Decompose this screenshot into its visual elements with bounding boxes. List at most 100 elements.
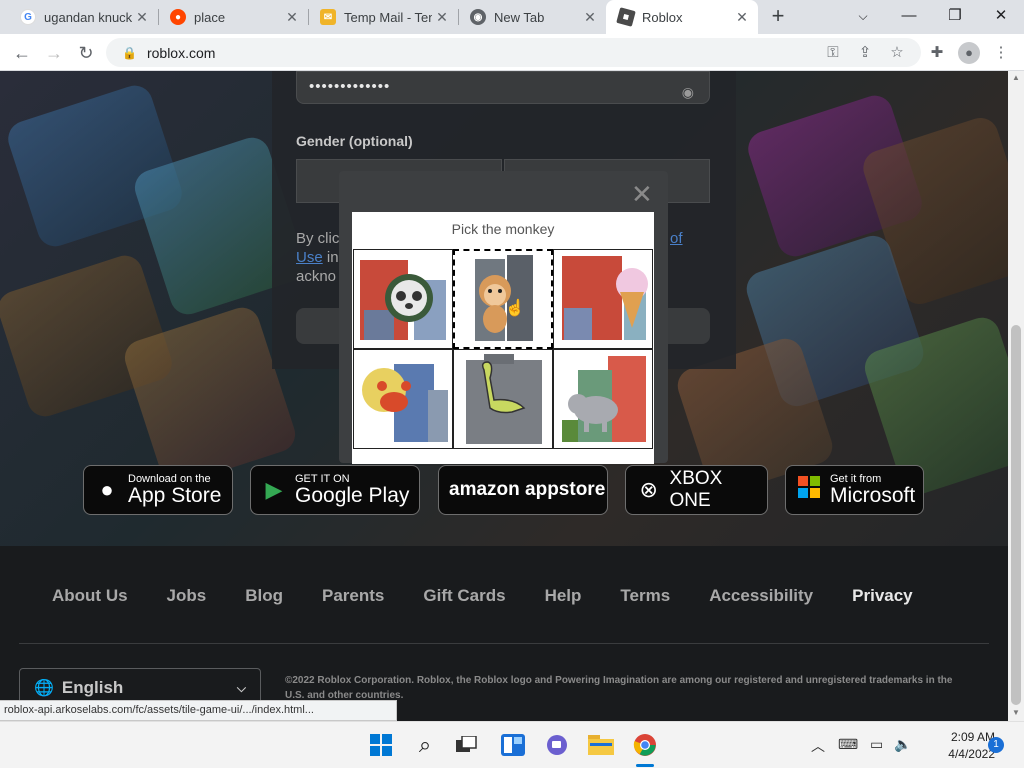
legal-line-2: in [322,249,339,266]
key-icon[interactable]: ⚿ [822,42,844,64]
search-icon[interactable]: ⌕ [411,731,439,759]
xbox-badge[interactable]: ⊗ XBOX ONE [625,465,768,515]
badge-small-text: GET IT ON [295,472,350,485]
minimize-button[interactable]: — [894,3,924,29]
captcha-tile-dinosaur[interactable] [453,349,553,449]
footer-link-privacy[interactable]: Privacy [852,586,913,606]
chrome-icon[interactable] [631,731,659,759]
tab-temp-mail[interactable]: ✉ Temp Mail - Ten ✕ [308,0,458,34]
crab-tile-image [362,364,448,442]
app-store-badge[interactable]: ● Download on the App Store [83,465,233,515]
terms-of-use-link[interactable]: Use [296,249,323,266]
notification-badge[interactable]: 1 [988,737,1004,753]
footer-link-accessibility[interactable]: Accessibility [709,586,813,606]
scrollbar-thumb[interactable] [1011,325,1021,705]
close-tab-icon[interactable]: ✕ [282,9,302,26]
google-play-badge[interactable]: ▶ GET IT ON Google Play [250,465,420,515]
legal-line-1: By clic [296,230,340,247]
footer: About Us Jobs Blog Parents Gift Cards He… [0,546,1008,721]
widgets-icon[interactable] [499,731,527,759]
keyboard-icon[interactable]: ⌨ [838,736,858,753]
raccoon-tile-image [360,260,446,340]
footer-link-gift-cards[interactable]: Gift Cards [423,586,505,606]
captcha-tile-crab[interactable] [353,349,453,449]
badge-big-text: Microsoft [830,483,916,507]
tab-new-tab[interactable]: ◉ New Tab ✕ [458,0,606,34]
captcha-tile-monkey[interactable]: ☝ [453,249,553,349]
bookmark-star-icon[interactable]: ☆ [886,42,908,64]
share-icon[interactable]: ⇪ [854,42,876,64]
address-bar[interactable]: 🔒 roblox.com [106,38,921,67]
footer-link-blog[interactable]: Blog [245,586,283,606]
close-tab-icon[interactable]: ✕ [732,9,752,26]
teams-chat-icon[interactable] [543,731,571,759]
footer-link-about-us[interactable]: About Us [52,586,128,606]
close-tab-icon[interactable]: ✕ [580,9,600,26]
tab-title: Temp Mail - Ten [344,9,432,25]
xbox-icon: ⊗ [639,477,658,502]
extensions-icon[interactable]: ✚ [926,42,948,64]
taskbar: ⌕ ︿ ⌨ ▭ 🔈 2:09 AM 4/4/2022 1 [0,721,1024,768]
clock-date: 4/4/2022 [948,747,995,761]
apple-icon: ● [100,477,114,502]
chevron-up-icon[interactable]: ︿ [811,736,825,756]
ice-cream-tile-image [562,256,648,340]
url-text: roblox.com [146,44,216,61]
browser-toolbar: ← → ↻ 🔒 roblox.com ⚿ ⇪ ☆ ✚ ● ⋮ [0,34,1024,71]
microsoft-badge[interactable]: Get it from Microsoft [785,465,924,515]
scroll-up-arrow-icon[interactable]: ▲ [1008,71,1024,85]
status-url-bubble: roblox-api.arkoselabs.com/fc/assets/tile… [0,700,397,721]
scroll-down-arrow-icon[interactable]: ▼ [1008,706,1024,720]
mail-icon: ✉ [320,9,336,25]
chevron-down-icon: ⌵ [236,680,246,695]
tab-roblox[interactable]: ■ Roblox ✕ [606,0,758,34]
captcha-tile-raccoon[interactable] [353,249,453,349]
eye-icon[interactable]: ◉ [682,77,695,107]
badge-big-text: amazon appstore [449,479,606,500]
microsoft-icon [796,476,822,504]
close-icon[interactable]: ✕ [631,181,653,207]
footer-link-jobs[interactable]: Jobs [167,586,207,606]
close-tab-icon[interactable]: ✕ [132,9,152,26]
tab-google-search[interactable]: G ugandan knuckl ✕ [8,0,158,34]
clock[interactable]: 2:09 AM 4/4/2022 [915,729,995,763]
roblox-icon: ■ [616,7,636,27]
terms-link[interactable]: of [670,229,683,248]
active-app-indicator [636,764,654,767]
restore-button[interactable]: ❐ [940,3,970,29]
copyright-text: ©2022 Roblox Corporation. Roblox, the Ro… [285,675,953,701]
tab-reddit[interactable]: ● place ✕ [158,0,308,34]
tab-title: Roblox [642,9,683,25]
volume-icon[interactable]: 🔈 [894,736,911,753]
file-explorer-icon[interactable] [587,731,615,759]
lock-icon: 🔒 [122,45,137,60]
badge-big-text: App Store [128,483,222,507]
captcha-tile-elephant[interactable] [553,349,653,449]
footer-link-terms[interactable]: Terms [620,586,670,606]
windows-start-icon[interactable] [367,731,395,759]
password-input[interactable]: ••••••••••••• ◉ [296,71,710,104]
footer-link-help[interactable]: Help [545,586,582,606]
badge-small-text: Get it from [830,472,882,485]
network-icon[interactable]: ▭ [870,736,883,753]
task-view-icon[interactable] [453,731,481,759]
close-window-button[interactable]: ✕ [986,3,1016,29]
profile-avatar[interactable]: ● [958,42,980,64]
back-button[interactable]: ← [9,40,35,66]
footer-divider [19,643,989,644]
footer-links: About Us Jobs Blog Parents Gift Cards He… [52,586,952,606]
footer-link-parents[interactable]: Parents [322,586,384,606]
forward-button[interactable]: → [41,40,67,66]
amazon-appstore-badge[interactable]: amazon appstore [438,465,608,515]
globe-icon: 🌐 [34,680,54,697]
captcha-tile-ice-cream[interactable] [553,249,653,349]
language-value: English [61,678,124,697]
elephant-tile-image [562,356,646,442]
new-tab-button[interactable]: + [766,5,790,29]
reload-button[interactable]: ↻ [73,40,99,66]
roblox-page: ••••••••••••• ◉ Gender (optional) By cli… [0,71,1008,721]
close-tab-icon[interactable]: ✕ [432,9,452,26]
tab-search-chevron-icon[interactable]: ⌵ [848,3,878,29]
menu-kebab-icon[interactable]: ⋮ [990,42,1012,64]
tab-title: place [194,9,226,25]
